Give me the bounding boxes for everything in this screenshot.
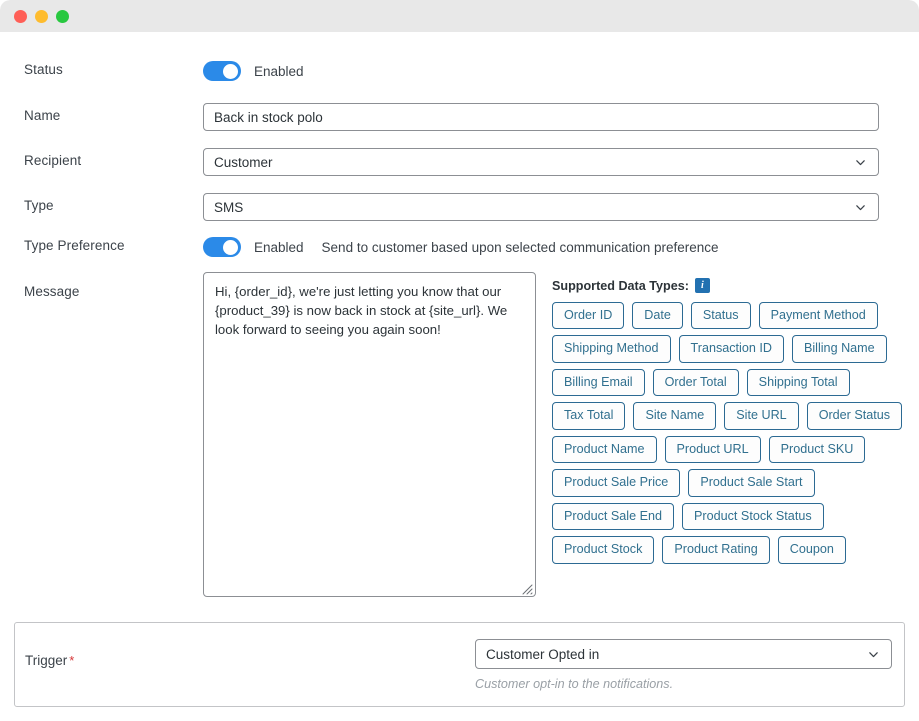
type-preference-toggle-group: Enabled Send to customer based upon sele… <box>203 237 719 257</box>
message-text: Hi, {order_id}, we're just letting you k… <box>215 284 508 338</box>
type-preference-toggle-knob <box>223 239 238 255</box>
resize-handle-icon[interactable] <box>520 581 533 595</box>
message-label: Message <box>24 284 80 299</box>
data-type-chip[interactable]: Billing Email <box>552 368 645 397</box>
data-type-row: Product Name Product URL Product SKU <box>552 435 902 464</box>
data-type-row: Tax Total Site Name Site URL Order Statu… <box>552 402 903 430</box>
maximize-button[interactable] <box>56 9 69 23</box>
data-type-chip[interactable]: Product SKU <box>768 435 866 464</box>
chevron-down-icon <box>868 649 879 660</box>
status-toggle[interactable] <box>203 61 241 81</box>
supported-data-types-panel: Supported Data Types: i Order ID Date St… <box>552 278 903 570</box>
data-type-chip[interactable]: Shipping Method <box>552 335 671 363</box>
data-type-chip[interactable]: Product Name <box>552 435 657 464</box>
type-select[interactable]: SMS <box>203 193 879 221</box>
trigger-label: Trigger * <box>25 653 74 668</box>
minimize-button[interactable] <box>35 9 48 23</box>
recipient-label: Recipient <box>24 153 82 168</box>
trigger-select[interactable]: Customer Opted in <box>475 639 892 669</box>
status-toggle-knob <box>223 63 238 79</box>
type-label: Type <box>24 198 54 213</box>
close-button[interactable] <box>14 9 27 23</box>
info-icon[interactable]: i <box>694 278 710 293</box>
data-type-row: Product Stock Product Rating Coupon <box>552 536 902 564</box>
message-textarea[interactable]: Hi, {order_id}, we're just letting you k… <box>203 272 536 597</box>
data-type-row: Billing Email Order Total Shipping Total <box>552 368 902 397</box>
form-content: Status Enabled Name Back in stock polo R… <box>0 32 919 721</box>
name-input[interactable]: Back in stock polo <box>203 103 879 131</box>
data-type-chip[interactable]: Order Total <box>652 368 739 397</box>
data-type-chip[interactable]: Tax Total <box>552 402 626 430</box>
recipient-select[interactable]: Customer <box>203 148 879 176</box>
data-type-chip[interactable]: Transaction ID <box>678 335 784 363</box>
data-type-chip[interactable]: Product URL <box>664 435 761 464</box>
data-type-chip[interactable]: Order ID <box>552 302 625 330</box>
status-toggle-group: Enabled <box>203 61 304 81</box>
data-type-chip[interactable]: Product Rating <box>662 536 770 564</box>
status-toggle-label: Enabled <box>254 63 304 79</box>
type-preference-toggle[interactable] <box>203 237 241 257</box>
data-type-row: Shipping Method Transaction ID Billing N… <box>552 335 902 363</box>
trigger-help-text: Customer opt-in to the notifications. <box>475 677 674 691</box>
data-type-chip[interactable]: Site Name <box>633 402 717 430</box>
supported-data-types-heading: Supported Data Types: i <box>552 278 902 293</box>
data-type-chip[interactable]: Product Stock <box>552 536 655 564</box>
data-type-row: Product Sale Price Product Sale Start <box>552 469 902 497</box>
status-label: Status <box>24 62 63 77</box>
trigger-select-value: Customer Opted in <box>486 646 600 662</box>
data-type-chip[interactable]: Payment Method <box>758 302 878 330</box>
data-type-chip[interactable]: Product Sale End <box>552 502 675 531</box>
data-type-chip[interactable]: Order Status <box>806 402 903 430</box>
required-indicator: * <box>69 653 75 668</box>
supported-data-types-title: Supported Data Types: <box>552 278 689 293</box>
data-type-chip[interactable]: Product Stock Status <box>682 502 824 531</box>
data-type-chip[interactable]: Site URL <box>724 402 799 430</box>
data-type-chip[interactable]: Product Sale Price <box>552 469 681 497</box>
data-type-chip[interactable]: Date <box>632 302 683 330</box>
window-titlebar <box>0 0 919 32</box>
data-type-chip[interactable]: Product Sale Start <box>688 469 815 497</box>
trigger-card: Trigger * Customer Opted in Customer opt-… <box>14 622 905 707</box>
recipient-select-value: Customer <box>214 154 273 170</box>
app-window: Status Enabled Name Back in stock polo R… <box>0 0 919 721</box>
data-type-row: Product Sale End Product Stock Status <box>552 502 902 531</box>
data-type-chip[interactable]: Coupon <box>777 536 846 564</box>
type-select-value: SMS <box>214 199 244 215</box>
data-type-chip[interactable]: Shipping Total <box>746 368 850 397</box>
chevron-down-icon <box>855 202 866 213</box>
name-label: Name <box>24 108 61 123</box>
data-type-chip[interactable]: Status <box>690 302 751 330</box>
type-preference-hint: Send to customer based upon selected com… <box>321 239 719 255</box>
data-type-chip[interactable]: Billing Name <box>791 335 887 363</box>
data-type-row: Order ID Date Status Payment Method <box>552 302 902 330</box>
trigger-label-text: Trigger <box>25 653 68 668</box>
type-preference-toggle-label: Enabled <box>254 239 304 255</box>
chevron-down-icon <box>855 157 866 168</box>
type-preference-label: Type Preference <box>24 238 125 253</box>
